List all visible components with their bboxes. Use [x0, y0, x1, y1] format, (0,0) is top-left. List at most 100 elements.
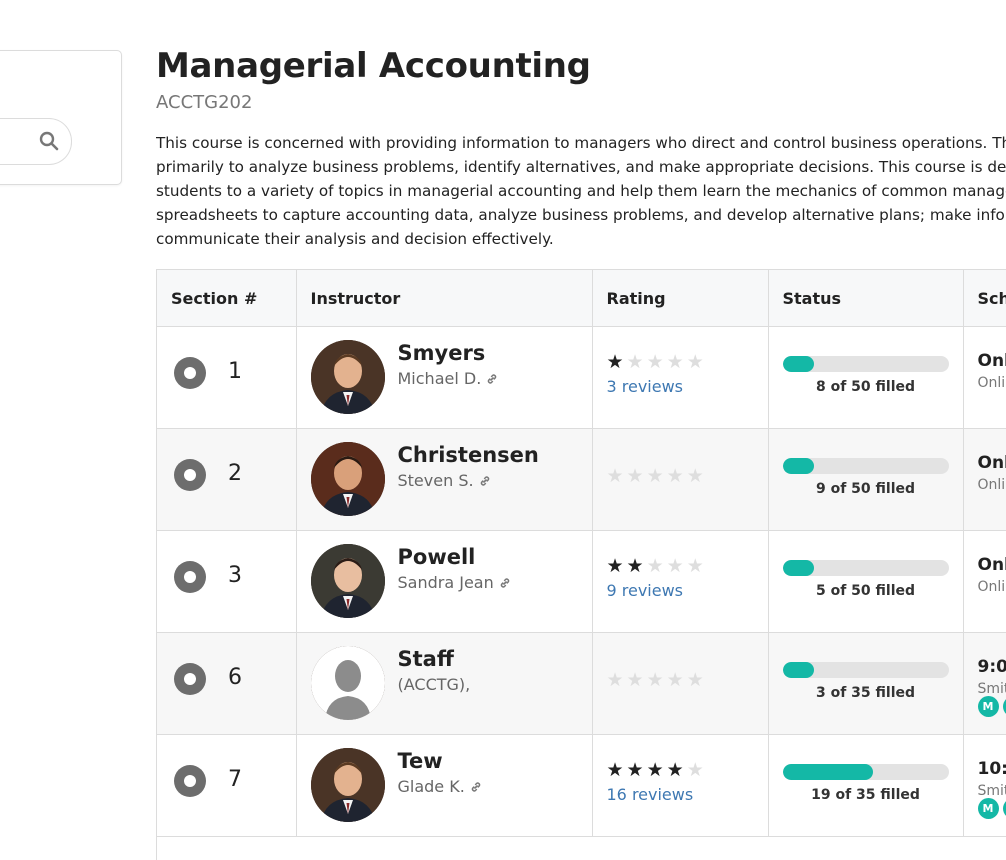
star-icon: ★ — [627, 465, 647, 487]
section-cell: 7 — [157, 735, 296, 837]
section-radio[interactable] — [174, 561, 206, 593]
description-line: communicate their analysis and decision … — [156, 227, 1006, 251]
star-icon: ★ — [627, 759, 647, 781]
section-cell: 2 — [157, 429, 296, 531]
page-title: Managerial Accounting — [156, 46, 591, 86]
enrollment-progress-bar — [783, 764, 949, 780]
section-radio[interactable] — [174, 663, 206, 695]
schedule-location: Smit — [978, 681, 1006, 697]
description-line: spreadsheets to capture accounting data,… — [156, 203, 1006, 227]
enrollment-status: 3 of 35 filled — [783, 685, 949, 701]
link-icon[interactable] — [479, 475, 491, 487]
rating-cell: ★★★★★ — [592, 633, 768, 735]
sections-table: Section # Instructor Rating Status Sche … — [156, 269, 1006, 860]
star-icon: ★ — [667, 555, 687, 577]
star-rating: ★★★★★ — [607, 351, 707, 373]
star-icon: ★ — [647, 759, 667, 781]
section-cell: 6 — [157, 633, 296, 735]
enrollment-progress-bar — [783, 560, 949, 576]
star-icon: ★ — [647, 465, 667, 487]
star-icon: ★ — [667, 465, 687, 487]
day-badge: M — [978, 798, 999, 819]
section-number: 1 — [228, 359, 242, 384]
schedule-time: Onl — [978, 453, 1006, 473]
schedule-time: Onl — [978, 351, 1006, 371]
search-icon[interactable] — [39, 131, 59, 151]
instructor-last-name[interactable]: Staff — [398, 647, 454, 671]
enrollment-progress-bar — [783, 458, 949, 474]
avatar — [311, 748, 385, 822]
instructor-first-name: Sandra Jean — [398, 573, 511, 592]
star-icon: ★ — [687, 759, 707, 781]
header-schedule[interactable]: Sche — [963, 270, 1006, 327]
link-icon[interactable] — [486, 373, 498, 385]
table-row[interactable]: 2 Christensen Steven S. ★★★★★ 9 of 50 fi… — [157, 429, 1006, 531]
instructor-last-name[interactable]: Powell — [398, 545, 476, 569]
enrollment-progress-fill — [783, 356, 815, 372]
section-cell: 1 — [157, 327, 296, 429]
star-icon: ★ — [647, 351, 667, 373]
star-icon: ★ — [667, 759, 687, 781]
header-rating[interactable]: Rating — [592, 270, 768, 327]
star-rating: ★★★★★ — [607, 465, 707, 487]
avatar — [311, 442, 385, 516]
header-status[interactable]: Status — [768, 270, 963, 327]
star-icon: ★ — [607, 759, 627, 781]
star-icon: ★ — [627, 669, 647, 691]
rating-cell: ★★★★★ 16 reviews — [592, 735, 768, 837]
table-row[interactable]: 6 Staff (ACCTG), ★★★★★ 3 of 35 filled 9:… — [157, 633, 1006, 735]
instructor-first-name-text: Steven S. — [398, 471, 474, 490]
instructor-first-name: Michael D. — [398, 369, 499, 388]
instructor-cell: Tew Glade K. — [296, 735, 592, 837]
table-row[interactable]: 1 Smyers Michael D. ★★★★★ 3 reviews 8 of… — [157, 327, 1006, 429]
instructor-last-name[interactable]: Tew — [398, 749, 443, 773]
star-icon: ★ — [667, 669, 687, 691]
instructor-first-name: Glade K. — [398, 777, 482, 796]
enrollment-status: 9 of 50 filled — [783, 481, 949, 497]
star-rating: ★★★★★ — [607, 669, 707, 691]
star-icon: ★ — [667, 351, 687, 373]
table-row[interactable]: 7 Tew Glade K. ★★★★★ 16 reviews 19 of 35… — [157, 735, 1006, 837]
status-cell: 5 of 50 filled — [768, 531, 963, 633]
link-icon[interactable] — [499, 577, 511, 589]
schedule-location: Onli — [978, 375, 1006, 391]
reviews-link[interactable]: 9 reviews — [607, 581, 684, 600]
enrollment-status: 8 of 50 filled — [783, 379, 949, 395]
schedule-location: Onli — [978, 477, 1006, 493]
rating-cell: ★★★★★ 9 reviews — [592, 531, 768, 633]
course-code: ACCTG202 — [156, 92, 252, 113]
schedule-cell: 10:1 Smit M — [963, 735, 1006, 837]
star-icon: ★ — [607, 555, 627, 577]
search-input[interactable] — [0, 118, 72, 165]
reviews-link[interactable]: 3 reviews — [607, 377, 684, 396]
instructor-first-name-text: Sandra Jean — [398, 573, 494, 592]
enrollment-progress-fill — [783, 662, 815, 678]
star-icon: ★ — [687, 669, 707, 691]
reviews-link[interactable]: 16 reviews — [607, 785, 694, 804]
avatar — [311, 340, 385, 414]
instructor-last-name[interactable]: Smyers — [398, 341, 486, 365]
section-radio[interactable] — [174, 459, 206, 491]
section-number: 7 — [228, 767, 242, 792]
instructor-first-name-text: Michael D. — [398, 369, 482, 388]
description-line: primarily to analyze business problems, … — [156, 155, 1006, 179]
status-cell: 3 of 35 filled — [768, 633, 963, 735]
enrollment-status: 19 of 35 filled — [783, 787, 949, 803]
avatar — [311, 646, 385, 720]
instructor-last-name[interactable]: Christensen — [398, 443, 539, 467]
star-icon: ★ — [647, 669, 667, 691]
schedule-time: 9:00 — [978, 657, 1006, 677]
instructor-cell: Powell Sandra Jean — [296, 531, 592, 633]
section-radio[interactable] — [174, 357, 206, 389]
schedule-time: 10:1 — [978, 759, 1006, 779]
header-instructor[interactable]: Instructor — [296, 270, 592, 327]
section-radio[interactable] — [174, 765, 206, 797]
schedule-cell: Onl Onli — [963, 429, 1006, 531]
header-section[interactable]: Section # — [157, 270, 296, 327]
instructor-first-name: (ACCTG), — [398, 675, 471, 694]
table-row[interactable]: 3 Powell Sandra Jean ★★★★★ 9 reviews 5 o… — [157, 531, 1006, 633]
enrollment-progress-fill — [783, 560, 815, 576]
table-header-row: Section # Instructor Rating Status Sche — [157, 270, 1006, 327]
day-badge — [1003, 696, 1006, 717]
link-icon[interactable] — [470, 781, 482, 793]
